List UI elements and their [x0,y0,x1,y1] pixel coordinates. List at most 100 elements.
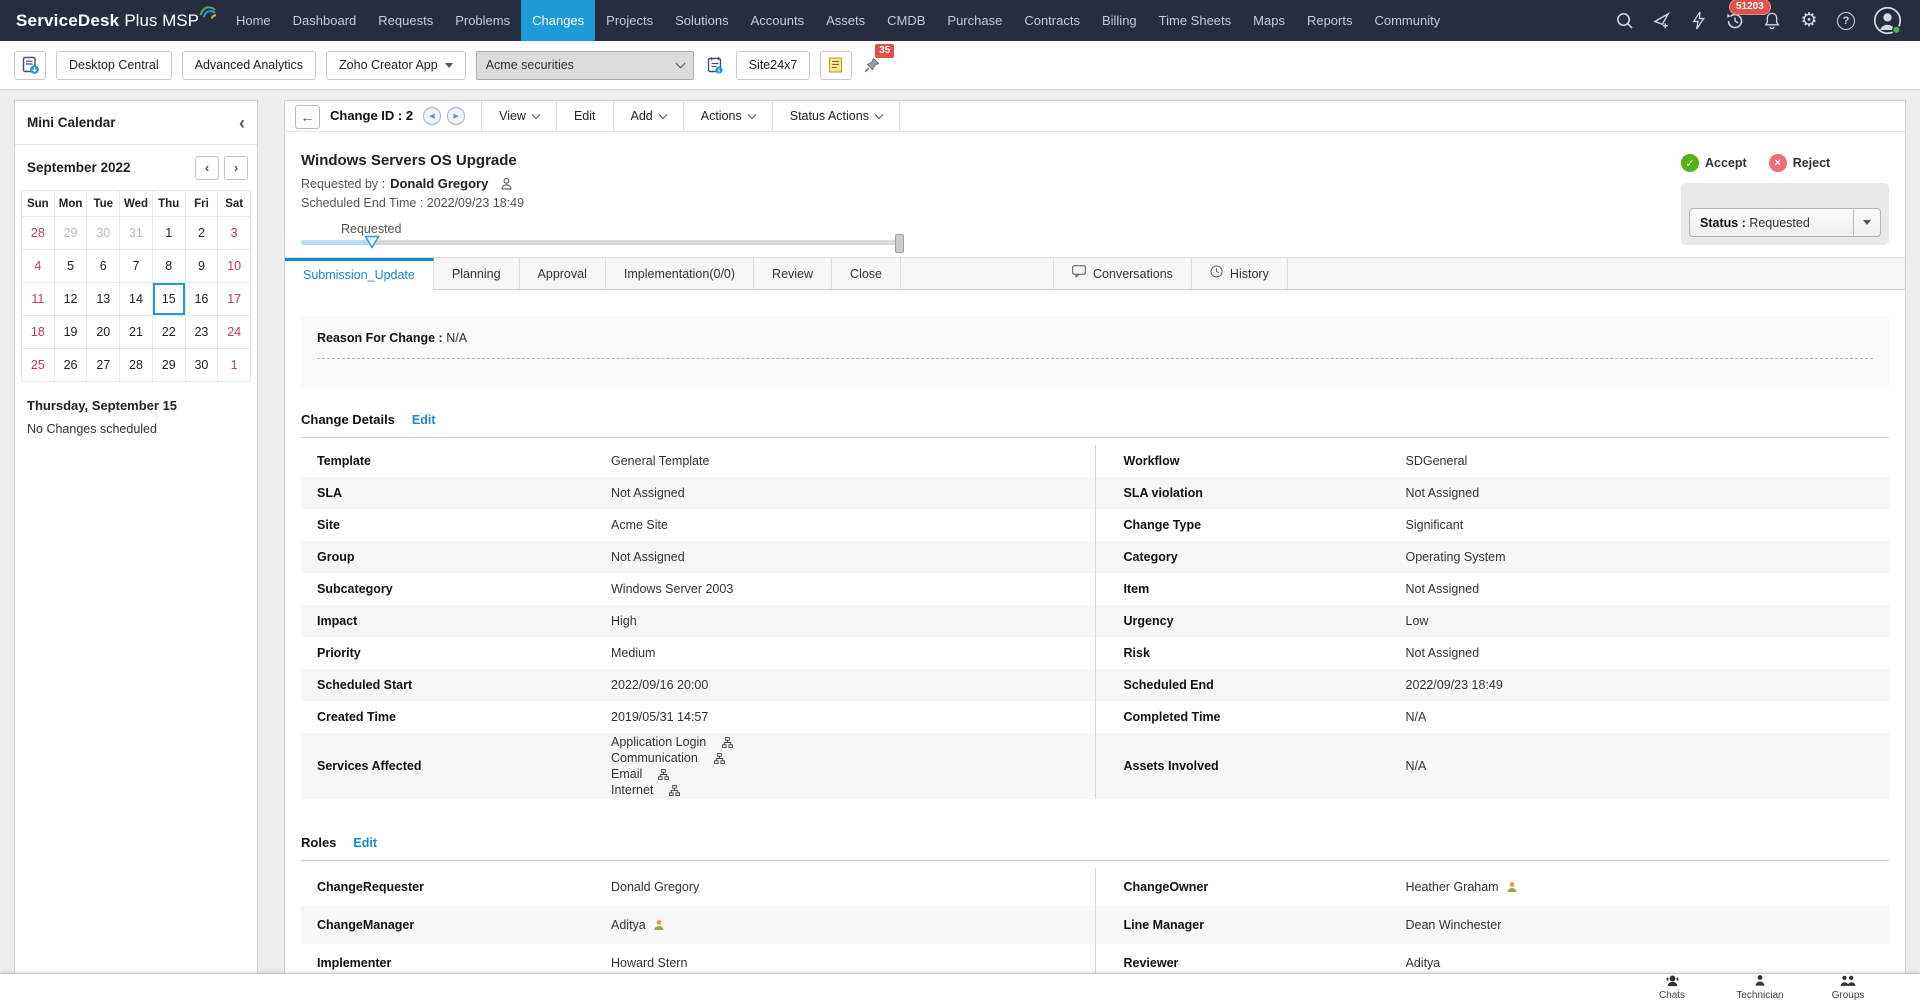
tab-review[interactable]: Review [754,258,832,289]
calendar-day[interactable]: 25 [22,349,55,382]
calendar-day[interactable]: 13 [87,283,120,316]
calendar-day[interactable]: 8 [153,250,186,283]
nav-item-cmdb[interactable]: CMDB [876,0,936,41]
calendar-day[interactable]: 14 [120,283,153,316]
calendar-day[interactable]: 17 [218,283,251,316]
nav-item-changes[interactable]: Changes [521,0,595,41]
nav-item-requests[interactable]: Requests [367,0,444,41]
calendar-day[interactable]: 2 [186,217,219,250]
change-details-edit-link[interactable]: Edit [412,413,436,427]
nav-item-assets[interactable]: Assets [815,0,876,41]
nav-item-time-sheets[interactable]: Time Sheets [1148,0,1243,41]
nav-item-solutions[interactable]: Solutions [664,0,739,41]
calendar-day[interactable]: 20 [87,316,120,349]
calendar-day[interactable]: 1 [153,217,186,250]
calendar-day[interactable]: 18 [22,316,55,349]
tab-close[interactable]: Close [832,258,901,289]
nav-item-reports[interactable]: Reports [1296,0,1364,41]
notification-bell-icon[interactable] [1761,9,1783,33]
tab-implementation-0-0[interactable]: Implementation(0/0) [606,258,754,289]
sitemap-icon[interactable] [714,753,725,764]
calendar-day[interactable]: 29 [153,349,186,382]
menu-view[interactable]: View [482,101,556,131]
zia-flash-icon[interactable] [1687,9,1709,33]
tab-approval[interactable]: Approval [520,258,606,289]
calendar-day[interactable]: 26 [55,349,88,382]
calendar-day[interactable]: 12 [55,283,88,316]
nav-item-purchase[interactable]: Purchase [936,0,1013,41]
calendar-day[interactable]: 30 [186,349,219,382]
menu-actions[interactable]: Actions [684,101,772,131]
stage-marker-icon[interactable] [364,235,380,252]
footer-chats-button[interactable]: Chats [1628,974,1716,1001]
nav-item-dashboard[interactable]: Dashboard [282,0,368,41]
back-button[interactable]: ← [295,105,320,129]
calendar-day[interactable]: 1 [218,349,251,382]
nav-item-home[interactable]: Home [225,0,282,41]
settings-gear-icon[interactable]: ⚙ [1798,9,1820,33]
help-icon[interactable]: ? [1835,9,1857,33]
nav-item-community[interactable]: Community [1363,0,1451,41]
sitemap-icon[interactable] [722,737,733,748]
calendar-day[interactable]: 19 [55,316,88,349]
reject-button[interactable]: × Reject [1769,154,1831,172]
calendar-day[interactable]: 29 [55,217,88,250]
roles-edit-link[interactable]: Edit [353,836,377,850]
advanced-analytics-button[interactable]: Advanced Analytics [182,51,316,80]
calendar-day[interactable]: 16 [186,283,219,316]
app-shortcut-icon[interactable] [14,51,46,80]
sitemap-icon[interactable] [658,769,669,780]
status-caret-icon[interactable] [1853,209,1880,236]
calendar-day-selected[interactable]: 15 [153,283,186,316]
nav-item-contracts[interactable]: Contracts [1013,0,1091,41]
sidebar-collapse-icon[interactable]: ‹ [239,114,245,132]
stage-slider-handle[interactable] [895,234,904,253]
calendar-day[interactable]: 22 [153,316,186,349]
accept-button[interactable]: ✓ Accept [1681,154,1747,172]
calendar-day[interactable]: 30 [87,217,120,250]
search-icon[interactable] [1613,9,1635,33]
person-icon[interactable] [500,177,513,190]
app-logo[interactable]: ServiceDesk Plus MSP [16,11,215,31]
notes-icon[interactable] [820,51,852,80]
tab-submission-update[interactable]: Submission_Update [285,258,434,290]
nav-item-projects[interactable]: Projects [595,0,664,41]
site24x7-button[interactable]: Site24x7 [736,51,811,80]
calendar-day[interactable]: 5 [55,250,88,283]
reminders-icon[interactable]: i [704,52,726,79]
calendar-day[interactable]: 3 [218,217,251,250]
previous-record-button[interactable]: ◀ [423,107,441,125]
user-avatar[interactable] [1872,9,1902,33]
account-select[interactable]: Acme securities [476,51,694,80]
nav-item-accounts[interactable]: Accounts [740,0,815,41]
zoho-creator-app-button[interactable]: Zoho Creator App [326,51,466,80]
calendar-day[interactable]: 7 [120,250,153,283]
quick-create-icon[interactable] [1650,9,1672,33]
calendar-day[interactable]: 27 [87,349,120,382]
calendar-day[interactable]: 11 [22,283,55,316]
menu-add[interactable]: Add [614,101,683,131]
calendar-day[interactable]: 23 [186,316,219,349]
calendar-day[interactable]: 24 [218,316,251,349]
calendar-day[interactable]: 4 [22,250,55,283]
calendar-day[interactable]: 6 [87,250,120,283]
calendar-day[interactable]: 21 [120,316,153,349]
next-record-button[interactable]: ▶ [447,107,465,125]
footer-technician-button[interactable]: Technician [1716,974,1804,1001]
nav-item-billing[interactable]: Billing [1091,0,1148,41]
status-dropdown-button[interactable]: Status : Requested [1689,208,1881,237]
tab-history[interactable]: History [1192,258,1288,289]
calendar-prev-month-button[interactable]: ‹ [195,156,219,180]
tab-conversations[interactable]: Conversations [1054,258,1192,289]
sync-history-icon[interactable]: 51203 [1724,9,1746,33]
menu-edit[interactable]: Edit [557,101,613,131]
menu-status-actions[interactable]: Status Actions [773,101,899,131]
calendar-day[interactable]: 10 [218,250,251,283]
calendar-day[interactable]: 28 [120,349,153,382]
calendar-day[interactable]: 9 [186,250,219,283]
nav-item-maps[interactable]: Maps [1242,0,1296,41]
tab-planning[interactable]: Planning [434,258,520,289]
calendar-next-month-button[interactable]: › [224,156,248,180]
nav-item-problems[interactable]: Problems [444,0,521,41]
sitemap-icon[interactable] [669,785,680,796]
